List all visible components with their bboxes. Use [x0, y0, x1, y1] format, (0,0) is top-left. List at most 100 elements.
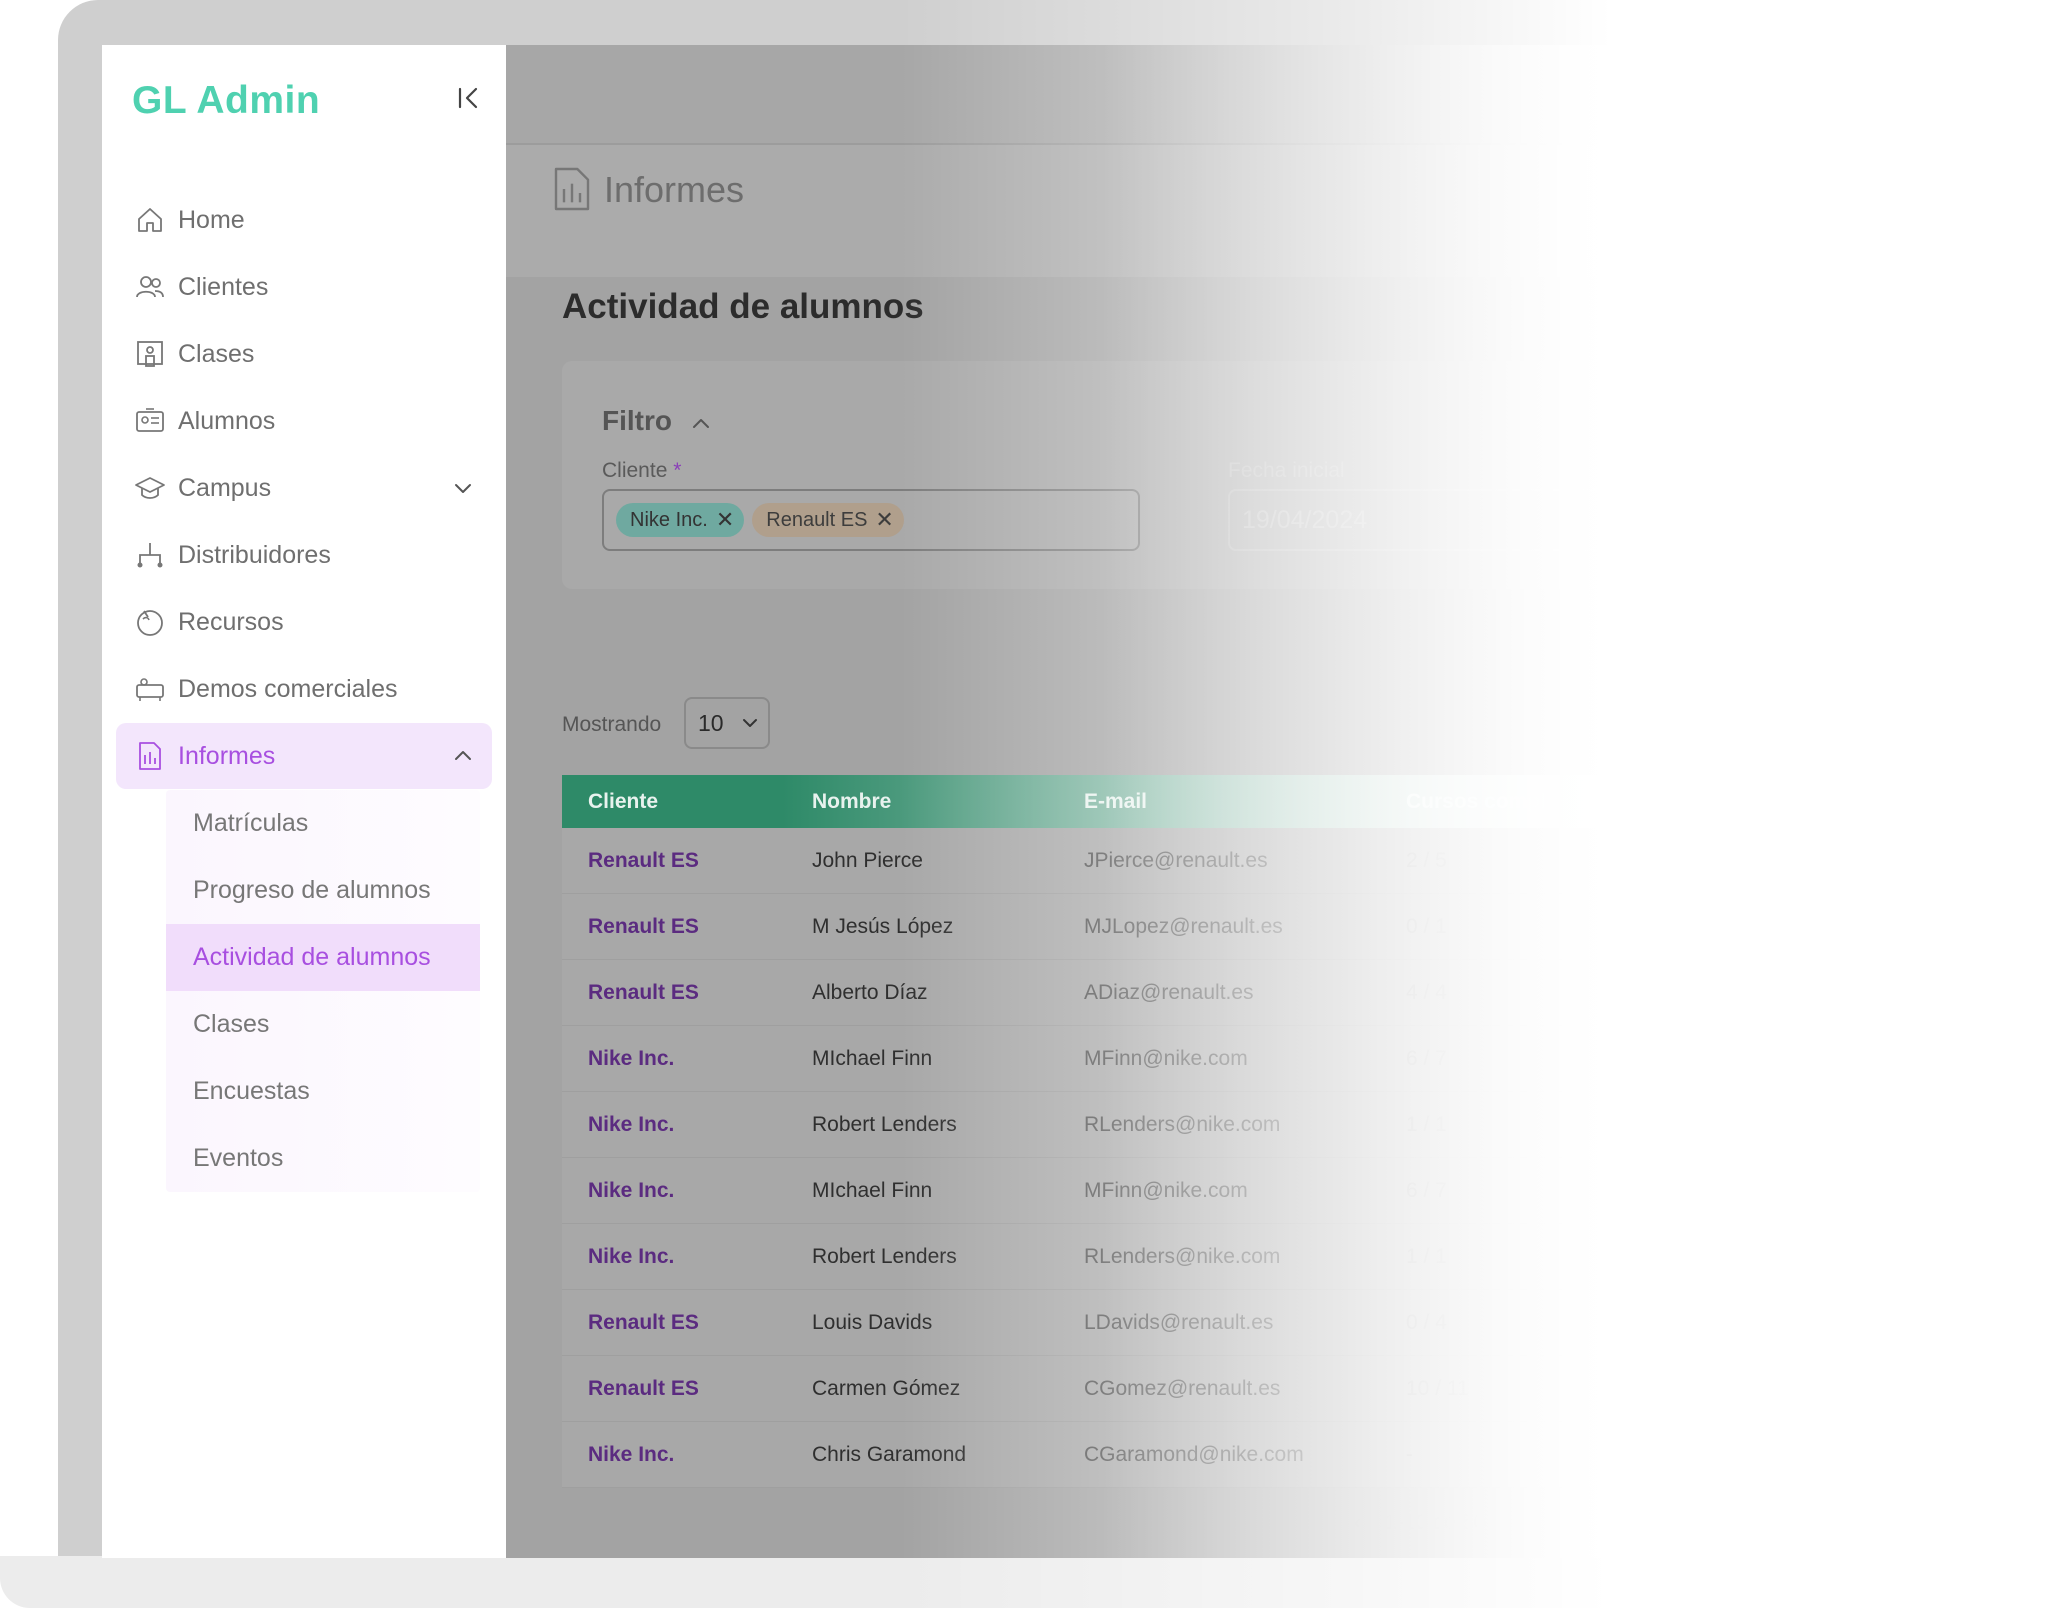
sidebar-item-label: Recursos	[178, 607, 284, 636]
cell-cliente[interactable]: Nike Inc.	[562, 1179, 812, 1203]
cell-nombre: Alberto Díaz	[812, 980, 928, 1004]
page-size-select[interactable]: 10	[684, 697, 770, 749]
cell-cursos: 4 / 4	[1406, 980, 1447, 1004]
cell-email: CGaramond@nike.com	[1084, 1442, 1304, 1466]
main-content: Informes Actividad de alumnos Filtro Cli…	[506, 45, 2048, 1558]
filter-card: Filtro Cliente * Nike Inc. ✕ Renault ES …	[562, 361, 1662, 589]
close-icon[interactable]: ✕	[716, 507, 734, 533]
chip-label: Nike Inc.	[630, 508, 708, 531]
cell-email: MFinn@nike.com	[1084, 1046, 1248, 1070]
table-row[interactable]: Nike Inc. MIchael Finn MFinn@nike.com 6 / 7	[562, 1158, 1662, 1224]
chevron-left-icon[interactable]: ‹	[1354, 1511, 1361, 1534]
page-size-value: 10	[698, 709, 724, 736]
cell-nombre: Chris Garamond	[812, 1442, 967, 1466]
cell-nombre: M Jesús López	[812, 914, 954, 938]
cell-cursos: 0 / 1	[1406, 914, 1447, 938]
column-header-email[interactable]: E-mail	[1084, 790, 1406, 814]
cell-cliente[interactable]: Renault ES	[562, 915, 812, 939]
submenu-item-encuestas[interactable]: Encuestas	[166, 1058, 480, 1125]
cell-email: RLenders@nike.com	[1084, 1112, 1281, 1136]
sidebar-item-clases[interactable]: Clases	[116, 321, 492, 387]
graduation-cap-icon	[134, 472, 166, 504]
table-row[interactable]: Renault ES Alberto Díaz ADiaz@renault.es 4 …	[562, 960, 1662, 1026]
network-icon	[134, 539, 166, 571]
cell-cursos: -	[1406, 1442, 1413, 1466]
cliente-label-text: Cliente	[602, 459, 668, 482]
pagination: ‹ 1-10 de 50	[1354, 1511, 1485, 1535]
resources-icon	[134, 606, 166, 638]
submenu-item-actividad-de-alumnos[interactable]: Actividad de alumnos	[166, 924, 480, 991]
cliente-label: Cliente *	[602, 459, 681, 483]
submenu-item-eventos[interactable]: Eventos	[166, 1125, 480, 1192]
sidebar-item-label: Home	[178, 205, 245, 234]
cell-nombre: MIchael Finn	[812, 1178, 933, 1202]
chevron-up-icon[interactable]	[690, 413, 712, 435]
column-header-cursos[interactable]: Cursos compl	[1406, 790, 1662, 814]
sidebar-item-recursos[interactable]: Recursos	[116, 589, 492, 655]
table-row[interactable]: Nike Inc. MIchael Finn MFinn@nike.com 6 / 7	[562, 1026, 1662, 1092]
collapse-sidebar-icon[interactable]	[454, 83, 484, 113]
table-row[interactable]: Renault ES Carmen Gómez CGomez@renault.es 1…	[562, 1356, 1662, 1422]
fecha-inicial-input[interactable]: 19/04/2024	[1228, 489, 1648, 551]
cell-cliente[interactable]: Nike Inc.	[562, 1245, 812, 1269]
sidebar-item-home[interactable]: Home	[116, 187, 492, 253]
table-body: Renault ES John Pierce JPierce@renault.es 2…	[562, 828, 1662, 1488]
table-row[interactable]: Renault ES John Pierce JPierce@renault.es 2…	[562, 828, 1662, 894]
home-icon	[134, 204, 166, 236]
title-bar: Informes	[506, 145, 2048, 277]
table-row[interactable]: Renault ES Louis Davids LDavids@renault.es…	[562, 1290, 1662, 1356]
cell-cliente[interactable]: Nike Inc.	[562, 1047, 812, 1071]
activity-table: Cliente Nombre E-mail Cursos compl Renau…	[562, 775, 1662, 1488]
page-title: Informes	[604, 169, 745, 210]
cell-email: JPierce@renault.es	[1084, 848, 1268, 872]
cell-email: LDavids@renault.es	[1084, 1310, 1274, 1334]
sidebar-item-label: Informes	[178, 741, 276, 770]
sidebar-item-alumnos[interactable]: Alumnos	[116, 388, 492, 454]
sidebar: GL Admin Home Clientes Clases Alumnos Ca…	[102, 45, 506, 1558]
app-logo: GL Admin	[132, 79, 321, 122]
cell-cliente[interactable]: Renault ES	[562, 1377, 812, 1401]
cell-cliente[interactable]: Nike Inc.	[562, 1443, 812, 1467]
sidebar-item-demos-comerciales[interactable]: Demos comerciales	[116, 656, 492, 722]
table-header: Cliente Nombre E-mail Cursos compl	[562, 775, 1662, 828]
cell-cursos: 10 / 11	[1406, 1376, 1469, 1400]
cell-nombre: Louis Davids	[812, 1310, 933, 1334]
screen: GL Admin Home Clientes Clases Alumnos Ca…	[102, 45, 2048, 1558]
column-header-cliente[interactable]: Cliente	[562, 790, 812, 814]
close-icon[interactable]: ✕	[875, 507, 893, 533]
sidebar-item-informes[interactable]: Informes	[116, 723, 492, 789]
report-icon	[134, 740, 166, 772]
filter-title[interactable]: Filtro	[602, 405, 672, 437]
cell-nombre: Carmen Gómez	[812, 1376, 961, 1400]
submenu-item-clases[interactable]: Clases	[166, 991, 480, 1058]
sidebar-nav: Home Clientes Clases Alumnos Campus Dist…	[116, 187, 492, 1192]
cell-nombre: John Pierce	[812, 848, 923, 872]
cell-email: RLenders@nike.com	[1084, 1244, 1281, 1268]
users-icon	[134, 271, 166, 303]
submenu-item-matriculas[interactable]: Matrículas	[166, 790, 480, 857]
required-mark: *	[673, 459, 682, 482]
sidebar-item-clientes[interactable]: Clientes	[116, 254, 492, 320]
column-header-nombre[interactable]: Nombre	[812, 790, 1084, 814]
cell-email: ADiaz@renault.es	[1084, 980, 1254, 1004]
cell-cursos: 0 / 4	[1406, 1310, 1447, 1334]
table-row[interactable]: Renault ES M Jesús López MJLopez@renault.e…	[562, 894, 1662, 960]
sidebar-item-campus[interactable]: Campus	[116, 455, 492, 521]
cell-cliente[interactable]: Renault ES	[562, 981, 812, 1005]
table-row[interactable]: Nike Inc. Robert Lenders RLenders@nike.com…	[562, 1224, 1662, 1290]
table-row[interactable]: Nike Inc. Robert Lenders RLenders@nike.com…	[562, 1092, 1662, 1158]
cliente-multiselect[interactable]: Nike Inc. ✕ Renault ES ✕	[602, 489, 1140, 551]
submenu-item-progreso-de-alumnos[interactable]: Progreso de alumnos	[166, 857, 480, 924]
chip-label: Renault ES	[766, 508, 868, 531]
cell-cliente[interactable]: Renault ES	[562, 1311, 812, 1335]
cell-cliente[interactable]: Renault ES	[562, 849, 812, 873]
showing-label: Mostrando	[562, 713, 662, 736]
cell-cliente[interactable]: Nike Inc.	[562, 1113, 812, 1137]
cell-email: CGomez@renault.es	[1084, 1376, 1281, 1400]
table-row[interactable]: Nike Inc. Chris Garamond CGaramond@nike.co…	[562, 1422, 1662, 1488]
cell-cursos: 2 / 5	[1406, 848, 1447, 872]
cell-nombre: MIchael Finn	[812, 1046, 933, 1070]
chevron-down-icon	[743, 719, 757, 727]
cell-nombre: Robert Lenders	[812, 1112, 957, 1136]
sidebar-item-distribuidores[interactable]: Distribuidores	[116, 522, 492, 588]
